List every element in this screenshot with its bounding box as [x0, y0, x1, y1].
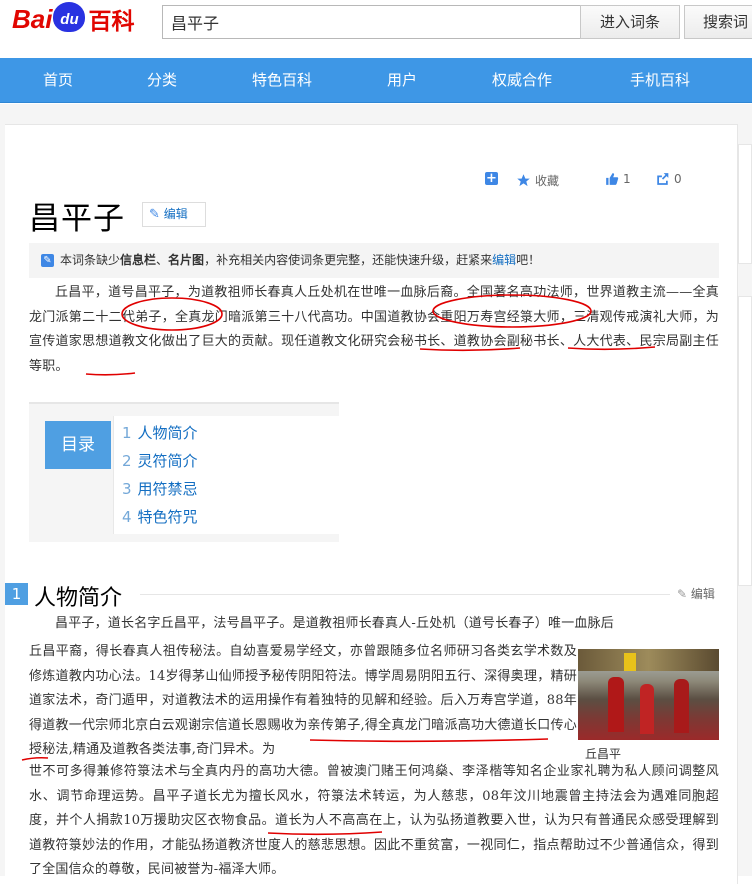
page-area: + 收藏 1 0 昌平子 ✎ 编辑 ✎ 本词条缺少信息栏、名片图，补充相关内容使… [0, 104, 752, 884]
notice-edit-link[interactable]: 编辑 [492, 253, 516, 267]
nav-mobile[interactable]: 手机百科 [610, 58, 710, 103]
top-bar: Bai du 百科 进入词条 搜索词 [0, 0, 752, 58]
search-input[interactable] [162, 5, 580, 39]
collect-button[interactable]: 收藏 [516, 172, 559, 189]
star-icon [517, 174, 530, 187]
paw-icon: du [53, 2, 86, 32]
nav-users[interactable]: 用户 [362, 58, 442, 103]
toc-item-2[interactable]: 2 灵符简介 [122, 450, 198, 471]
notice-bar: ✎ 本词条缺少信息栏、名片图，补充相关内容使词条更完整，还能快速升级，赶紧来编辑… [29, 243, 719, 278]
main-nav: 首页 分类 特色百科 用户 权威合作 手机百科 [0, 58, 752, 103]
section-divider [140, 594, 670, 595]
toc-list: 1 人物简介 2 灵符简介 3 用符禁忌 4 特色符咒 [113, 416, 339, 534]
share-button[interactable]: 0 [655, 172, 682, 186]
enter-entry-button[interactable]: 进入词条 [580, 5, 680, 39]
side-panel-lower [738, 296, 752, 586]
like-count: 1 [623, 172, 631, 186]
pencil-icon: ✎ [677, 587, 688, 601]
pencil-icon: ✎ [41, 254, 54, 267]
nav-category[interactable]: 分类 [122, 58, 202, 103]
logo-baike: 百科 [88, 9, 135, 35]
nav-featured[interactable]: 特色百科 [232, 58, 332, 103]
share-count: 0 [674, 172, 682, 186]
nav-home[interactable]: 首页 [18, 58, 98, 103]
table-of-contents: 目录 1 人物简介 2 灵符简介 3 用符禁忌 4 特色符咒 [29, 402, 339, 542]
page-title: 昌平子 [29, 201, 125, 237]
section-header: 1 人物简介 ✎ 编辑 [5, 580, 738, 611]
toc-item-3[interactable]: 3 用符禁忌 [122, 478, 198, 499]
pencil-icon: ✎ [149, 207, 160, 222]
toc-item-1[interactable]: 1 人物简介 [122, 422, 198, 443]
edit-label: 编辑 [163, 207, 188, 221]
toc-label: 目录 [45, 421, 111, 469]
edit-title-button[interactable]: ✎ 编辑 [142, 202, 206, 227]
toc-item-4[interactable]: 4 特色符咒 [122, 506, 198, 527]
notice-text: 本词条缺少信息栏、名片图，补充相关内容使词条更完整，还能快速升级，赶紧来编辑吧！ [60, 253, 541, 267]
add-button[interactable]: + [485, 172, 498, 185]
person-photo[interactable] [578, 649, 719, 740]
logo-bai: Bai [12, 3, 53, 34]
article-card: + 收藏 1 0 昌平子 ✎ 编辑 ✎ 本词条缺少信息栏、名片图，补充相关内容使… [5, 124, 738, 884]
search-entry-button[interactable]: 搜索词 [684, 5, 752, 39]
like-button[interactable]: 1 [605, 172, 631, 186]
bio-rest-text: 世不可多得兼修符箓法术与全真内丹的高功大德。曾被澳门赌王何鸿燊、李泽楷等知名企业… [29, 764, 719, 877]
intro-paragraph: 丘昌平，道号昌平子，为道教祖师长春真人丘处机在世唯一血脉后裔。全国著名高功法师，… [29, 285, 719, 374]
section-edit-button[interactable]: ✎ 编辑 [677, 585, 715, 602]
section-number: 1 [5, 583, 28, 605]
collect-label: 收藏 [535, 174, 560, 188]
section-title: 人物简介 [34, 586, 123, 611]
logo-du: du [60, 11, 79, 28]
side-panel [738, 144, 752, 264]
share-icon [657, 173, 669, 185]
thumbs-up-icon [606, 173, 619, 185]
bio-column-text: 丘昌平裔，得长春真人祖传秘法。自幼喜爱易学经文，亦曾跟随多位名师研习各类玄学术数… [29, 644, 577, 757]
baidu-baike-logo[interactable]: Bai du 百科 [12, 2, 134, 36]
plus-icon: + [485, 171, 498, 186]
nav-partners[interactable]: 权威合作 [472, 58, 572, 103]
